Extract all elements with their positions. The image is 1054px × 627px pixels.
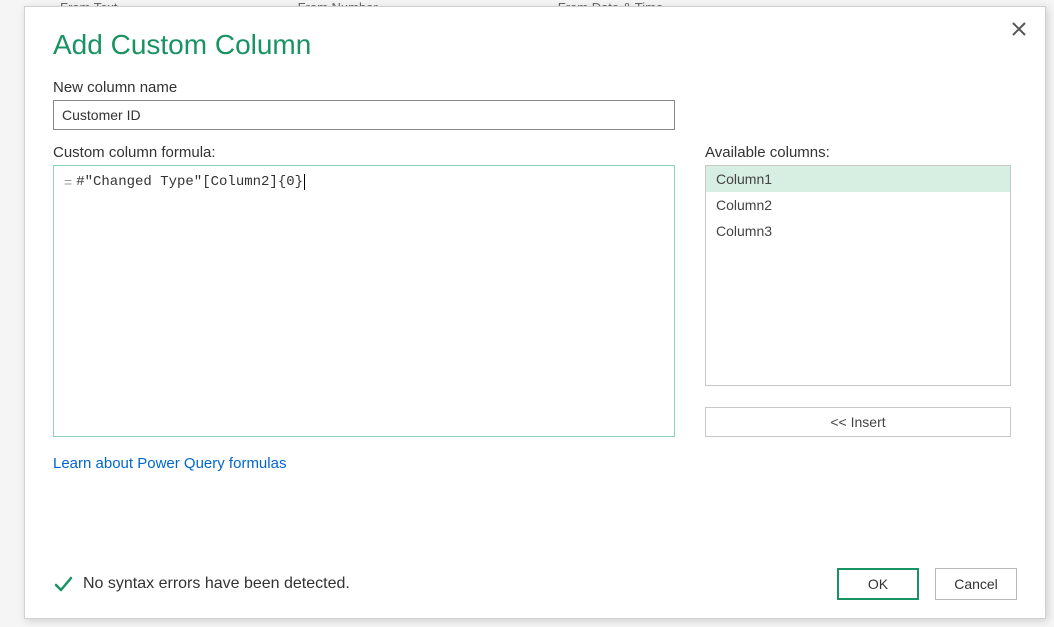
dialog-title: Add Custom Column [53, 29, 1017, 61]
available-columns-label: Available columns: [705, 144, 1017, 161]
formula-prefix: = [64, 174, 72, 190]
list-item[interactable]: Column2 [706, 192, 1010, 218]
close-icon[interactable] [1009, 19, 1029, 39]
list-item[interactable]: Column1 [706, 166, 1010, 192]
formula-column: Custom column formula: = #"Changed Type"… [53, 144, 675, 437]
text-caret [304, 174, 305, 190]
learn-link[interactable]: Learn about Power Query formulas [53, 455, 286, 472]
formula-text: #"Changed Type"[Column2]{0} [76, 174, 303, 190]
available-columns-list[interactable]: Column1 Column2 Column3 [705, 165, 1011, 386]
dialog-footer: No syntax errors have been detected. OK … [53, 550, 1017, 600]
main-row: Custom column formula: = #"Changed Type"… [53, 144, 1017, 437]
new-column-name-label: New column name [53, 79, 1017, 96]
dialog-content: Add Custom Column New column name Custom… [25, 7, 1045, 618]
ok-button[interactable]: OK [837, 568, 919, 600]
formula-input[interactable]: = #"Changed Type"[Column2]{0} [53, 165, 675, 437]
footer-buttons: OK Cancel [837, 568, 1017, 600]
formula-label: Custom column formula: [53, 144, 675, 161]
status-row: No syntax errors have been detected. [53, 574, 350, 594]
columns-column: Available columns: Column1 Column2 Colum… [705, 144, 1017, 437]
checkmark-icon [53, 574, 73, 594]
status-text: No syntax errors have been detected. [83, 575, 350, 593]
add-custom-column-dialog: Add Custom Column New column name Custom… [24, 6, 1046, 619]
new-column-name-input[interactable] [53, 100, 675, 130]
insert-button[interactable]: << Insert [705, 407, 1011, 437]
cancel-button[interactable]: Cancel [935, 568, 1017, 600]
list-item[interactable]: Column3 [706, 218, 1010, 244]
